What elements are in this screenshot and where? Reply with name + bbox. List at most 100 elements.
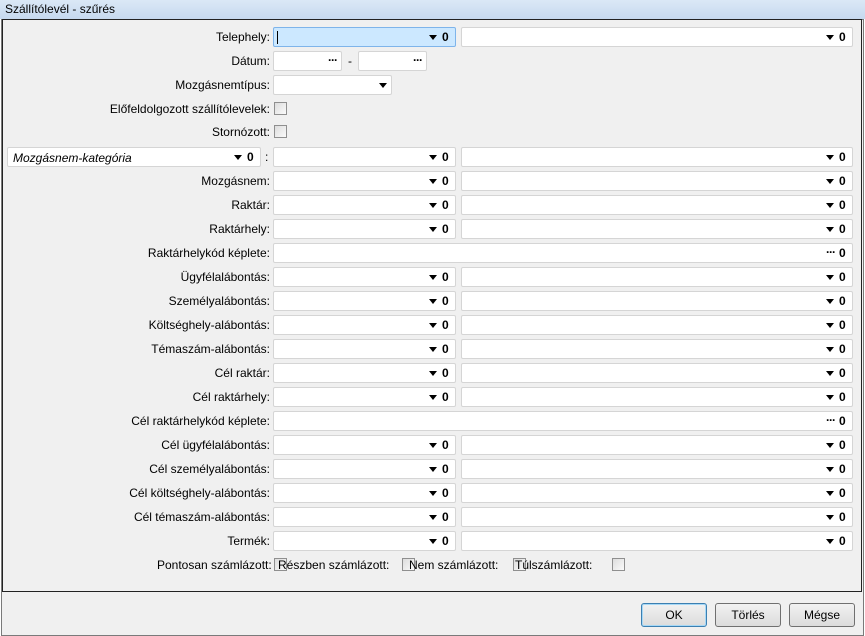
dropdown-arrow-icon[interactable] bbox=[826, 371, 834, 376]
dropdown-arrow-icon[interactable] bbox=[429, 443, 437, 448]
paperclip-icon[interactable]: 0 bbox=[839, 222, 846, 236]
filter-input-to[interactable]: 0 bbox=[461, 507, 853, 527]
dropdown-arrow-icon[interactable] bbox=[429, 179, 437, 184]
dropdown-arrow-icon[interactable] bbox=[826, 323, 834, 328]
paperclip-icon[interactable]: 0 bbox=[839, 342, 846, 356]
filter-input-to[interactable]: 0 bbox=[461, 459, 853, 479]
filter-input-to[interactable]: 0 bbox=[461, 291, 853, 311]
filter-input-from[interactable]: 0 bbox=[273, 363, 456, 383]
megse-button[interactable]: Mégse bbox=[789, 603, 855, 627]
paperclip-icon[interactable]: 0 bbox=[839, 462, 846, 476]
filter-input-from[interactable]: 0 bbox=[273, 339, 456, 359]
filter-input-to[interactable]: 0 bbox=[461, 387, 853, 407]
paperclip-icon[interactable]: 0 bbox=[839, 174, 846, 188]
ellipsis-icon[interactable]: ··· bbox=[826, 413, 836, 427]
paperclip-icon[interactable]: 0 bbox=[442, 486, 449, 500]
dropdown-arrow-icon[interactable] bbox=[429, 347, 437, 352]
filter-input-from[interactable]: 0 bbox=[273, 219, 456, 239]
paperclip-icon[interactable]: 0 bbox=[839, 534, 846, 548]
dropdown-arrow-icon[interactable] bbox=[429, 155, 437, 160]
paperclip-icon[interactable]: 0 bbox=[839, 294, 846, 308]
kategoria-input-2[interactable]: 0 bbox=[461, 147, 853, 167]
dropdown-arrow-icon[interactable] bbox=[429, 203, 437, 208]
telephely-input[interactable]: 0 bbox=[273, 27, 456, 47]
paperclip-icon[interactable]: 0 bbox=[442, 294, 449, 308]
paperclip-icon[interactable]: 0 bbox=[442, 510, 449, 524]
paperclip-icon[interactable]: 0 bbox=[442, 366, 449, 380]
dropdown-arrow-icon[interactable] bbox=[826, 515, 834, 520]
filter-input-to[interactable]: 0 bbox=[461, 531, 853, 551]
filter-input-to[interactable]: 0 bbox=[461, 435, 853, 455]
mozgasnemtipus-select[interactable] bbox=[273, 75, 392, 95]
dropdown-arrow-icon[interactable] bbox=[429, 371, 437, 376]
dropdown-arrow-icon[interactable] bbox=[826, 467, 834, 472]
filter-input-to[interactable]: 0 bbox=[461, 339, 853, 359]
filter-input-to[interactable]: 0 bbox=[461, 315, 853, 335]
dropdown-arrow-icon[interactable] bbox=[826, 155, 834, 160]
invoice-status-checkbox[interactable] bbox=[612, 558, 625, 571]
dropdown-arrow-icon[interactable] bbox=[826, 275, 834, 280]
formula-input[interactable]: ··· 0 bbox=[273, 243, 853, 263]
dropdown-arrow-icon[interactable] bbox=[379, 83, 387, 88]
dropdown-arrow-icon[interactable] bbox=[429, 539, 437, 544]
paperclip-icon[interactable]: 0 bbox=[839, 486, 846, 500]
dropdown-arrow-icon[interactable] bbox=[826, 35, 834, 40]
ellipsis-icon[interactable]: ··· bbox=[826, 245, 836, 259]
date-to-input[interactable]: ··· bbox=[358, 51, 427, 71]
paperclip-icon[interactable]: 0 bbox=[442, 318, 449, 332]
paperclip-icon[interactable]: 0 bbox=[442, 462, 449, 476]
filter-input-from[interactable]: 0 bbox=[273, 531, 456, 551]
paperclip-icon[interactable]: 0 bbox=[247, 150, 254, 164]
paperclip-icon[interactable]: 0 bbox=[839, 246, 846, 260]
filter-input-to[interactable]: 0 bbox=[461, 219, 853, 239]
date-from-input[interactable]: ··· bbox=[273, 51, 342, 71]
paperclip-icon[interactable]: 0 bbox=[442, 390, 449, 404]
paperclip-icon[interactable]: 0 bbox=[839, 198, 846, 212]
filter-input-to[interactable]: 0 bbox=[461, 195, 853, 215]
dropdown-arrow-icon[interactable] bbox=[429, 491, 437, 496]
dropdown-arrow-icon[interactable] bbox=[826, 539, 834, 544]
dropdown-arrow-icon[interactable] bbox=[429, 227, 437, 232]
filter-input-from[interactable]: 0 bbox=[273, 195, 456, 215]
kategoria-select[interactable]: Mozgásnem-kategória 0 bbox=[7, 147, 261, 167]
paperclip-icon[interactable]: 0 bbox=[442, 150, 449, 164]
telephely-input-2[interactable]: 0 bbox=[461, 27, 853, 47]
paperclip-icon[interactable]: 0 bbox=[442, 270, 449, 284]
paperclip-icon[interactable]: 0 bbox=[839, 366, 846, 380]
filter-input-from[interactable]: 0 bbox=[273, 267, 456, 287]
dropdown-arrow-icon[interactable] bbox=[429, 467, 437, 472]
dropdown-arrow-icon[interactable] bbox=[429, 299, 437, 304]
paperclip-icon[interactable]: 0 bbox=[442, 174, 449, 188]
ok-button[interactable]: OK bbox=[641, 603, 707, 627]
ellipsis-icon[interactable]: ··· bbox=[328, 53, 338, 67]
filter-input-from[interactable]: 0 bbox=[273, 171, 456, 191]
filter-input-to[interactable]: 0 bbox=[461, 267, 853, 287]
paperclip-icon[interactable]: 0 bbox=[442, 438, 449, 452]
kategoria-input-1[interactable]: 0 bbox=[273, 147, 456, 167]
paperclip-icon[interactable]: 0 bbox=[442, 222, 449, 236]
dropdown-arrow-icon[interactable] bbox=[429, 515, 437, 520]
filter-input-to[interactable]: 0 bbox=[461, 363, 853, 383]
dropdown-arrow-icon[interactable] bbox=[234, 155, 242, 160]
paperclip-icon[interactable]: 0 bbox=[442, 30, 449, 44]
dropdown-arrow-icon[interactable] bbox=[826, 395, 834, 400]
paperclip-icon[interactable]: 0 bbox=[839, 510, 846, 524]
paperclip-icon[interactable]: 0 bbox=[839, 414, 846, 428]
paperclip-icon[interactable]: 0 bbox=[839, 438, 846, 452]
dropdown-arrow-icon[interactable] bbox=[429, 275, 437, 280]
dropdown-arrow-icon[interactable] bbox=[826, 299, 834, 304]
dropdown-arrow-icon[interactable] bbox=[826, 347, 834, 352]
dropdown-arrow-icon[interactable] bbox=[826, 491, 834, 496]
paperclip-icon[interactable]: 0 bbox=[839, 30, 846, 44]
filter-input-from[interactable]: 0 bbox=[273, 459, 456, 479]
paperclip-icon[interactable]: 0 bbox=[839, 270, 846, 284]
torles-button[interactable]: Törlés bbox=[715, 603, 781, 627]
paperclip-icon[interactable]: 0 bbox=[442, 198, 449, 212]
dropdown-arrow-icon[interactable] bbox=[826, 443, 834, 448]
stornozott-checkbox[interactable] bbox=[274, 125, 287, 138]
dropdown-arrow-icon[interactable] bbox=[429, 35, 437, 40]
paperclip-icon[interactable]: 0 bbox=[839, 390, 846, 404]
filter-input-to[interactable]: 0 bbox=[461, 483, 853, 503]
ellipsis-icon[interactable]: ··· bbox=[413, 53, 423, 67]
filter-input-from[interactable]: 0 bbox=[273, 507, 456, 527]
